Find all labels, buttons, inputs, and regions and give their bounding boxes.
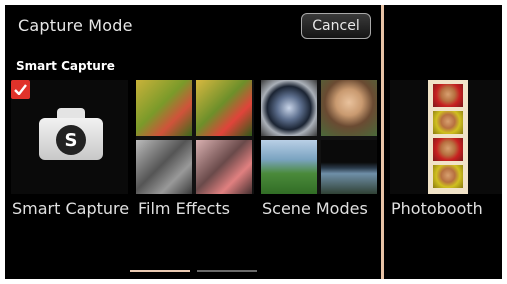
scene-landscape-thumb: [321, 140, 377, 194]
mode-label-film-effects: Film Effects: [138, 199, 230, 218]
capture-mode-screen: Capture Mode Cancel Smart Capture S Smar…: [5, 5, 502, 279]
mode-label-smart-capture: Smart Capture: [12, 199, 130, 218]
page-indicator-active: [130, 270, 190, 272]
smart-s-icon: S: [56, 125, 86, 155]
film-effect-bw-thumb: [136, 140, 192, 194]
film-effect-color-thumb: [136, 80, 192, 136]
photobooth-tile[interactable]: [390, 80, 502, 194]
mode-label-scene-modes: Scene Modes: [262, 199, 368, 218]
scene-modes-tile[interactable]: [261, 80, 377, 194]
photostrip-icon: [428, 80, 468, 194]
scene-sports-thumb: [261, 140, 317, 194]
film-effect-sepia-thumb: [196, 140, 252, 194]
page-indicator-inactive: [197, 270, 257, 272]
film-effect-vivid-thumb: [196, 80, 252, 136]
panel-divider: [381, 5, 384, 279]
film-effects-tile[interactable]: [136, 80, 254, 194]
section-label: Smart Capture: [16, 59, 115, 73]
checkmark-icon: [11, 80, 30, 99]
scene-lens-thumb: [261, 80, 317, 136]
mode-label-photobooth: Photobooth: [391, 199, 483, 218]
cancel-button[interactable]: Cancel: [301, 13, 371, 39]
page-title: Capture Mode: [18, 16, 133, 35]
scene-portrait-thumb: [321, 80, 377, 136]
